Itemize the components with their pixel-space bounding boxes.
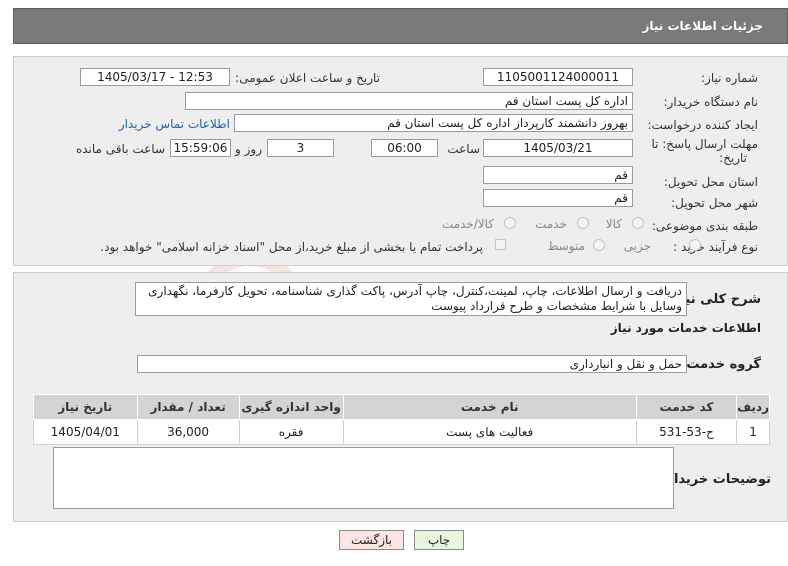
deadline-date-field: 1405/03/21 [483, 139, 633, 157]
buyer-notes-textarea[interactable] [53, 447, 674, 509]
col-need-date: تاریخ نیاز [33, 394, 138, 420]
description-text: دریافت و ارسال اطلاعات، چاپ، لمینت،کنترل… [148, 284, 682, 313]
cell-row: 1 [736, 419, 770, 445]
col-row: ردیف [736, 394, 770, 420]
col-service-name: نام خدمت [342, 394, 637, 420]
purchase-medium-radio[interactable] [593, 239, 605, 251]
col-unit: واحد اندازه گیری [238, 394, 344, 420]
creator-label: ایجاد کننده درخواست: [647, 118, 758, 132]
city-label: شهر محل تحویل: [671, 196, 758, 210]
need-number-label: شماره نیاز: [701, 71, 758, 85]
description-textarea[interactable]: دریافت و ارسال اطلاعات، چاپ، لمینت،کنترل… [135, 282, 687, 316]
buyer-org-label: نام دستگاه خریدار: [663, 95, 759, 109]
province-label: استان محل تحویل: [663, 175, 758, 189]
creator-field: بهروز دانشمند کارپرداز اداره کل پست استا… [234, 114, 633, 132]
col-quantity: تعداد / مقدار [136, 394, 240, 420]
announce-date-label: تاریخ و ساعت اعلان عمومی: [235, 71, 380, 85]
category-goods-service-label: کالا/خدمت [441, 217, 494, 231]
announce-date-field: 1405/03/17 - 12:53 [80, 68, 230, 86]
page-title: جزئیات اطلاعات نیاز [642, 19, 763, 33]
category-goods-label: کالا [605, 217, 622, 231]
buyer-org-field: اداره کل پست استان قم [185, 92, 633, 110]
cell-service-code: ح-53-531 [635, 419, 738, 445]
purchase-medium-label: متوسط [547, 239, 585, 253]
table-row: 1 ح-53-531 فعالیت های پست فقره 36,000 14… [33, 419, 770, 445]
purchase-minor-radio[interactable] [689, 239, 701, 251]
days-field: 3 [267, 139, 334, 157]
buyer-contact-link[interactable]: اطلاعات تماس خریدار [119, 117, 230, 131]
days-label: روز و [235, 142, 262, 156]
services-table: ردیف کد خدمت نام خدمت واحد اندازه گیری ت… [33, 394, 770, 445]
service-group-label: گروه خدمت: [681, 357, 761, 372]
deadline-label: مهلت ارسال پاسخ: تا [651, 137, 758, 151]
services-table-header: ردیف کد خدمت نام خدمت واحد اندازه گیری ت… [33, 394, 770, 420]
remaining-time-label: ساعت باقی مانده [75, 142, 165, 156]
need-info-panel [13, 56, 788, 266]
cell-unit: فقره [238, 419, 344, 445]
category-service-label: خدمت [535, 217, 567, 231]
service-group-field: حمل و نقل و انبارداری [137, 355, 687, 373]
category-goods-service-radio[interactable] [504, 217, 516, 229]
need-number-field: 1105001124000011 [483, 68, 633, 86]
cell-need-date: 1405/04/01 [33, 419, 138, 445]
cell-quantity: 36,000 [136, 419, 240, 445]
remaining-time-field: 15:59:06 [170, 139, 231, 157]
purchase-type-label: نوع فرآیند خرید : [673, 240, 758, 254]
col-service-code: کد خدمت [635, 394, 738, 420]
header-bar: جزئیات اطلاعات نیاز [13, 8, 788, 44]
deadline-time-label: ساعت [447, 142, 480, 156]
print-button[interactable]: چاپ [414, 530, 464, 550]
services-heading: اطلاعات خدمات مورد نیاز [610, 321, 761, 335]
province-field: قم [483, 166, 633, 184]
category-label: طبقه بندی موضوعی: [651, 219, 758, 233]
cell-service-name: فعالیت های پست [342, 419, 637, 445]
category-goods-radio[interactable] [632, 217, 644, 229]
purchase-minor-label: جزیی [623, 239, 651, 253]
treasury-payment-note: پرداخت تمام یا بخشی از مبلغ خرید،از محل … [100, 240, 483, 254]
category-service-radio[interactable] [577, 217, 589, 229]
buyer-notes-label: توضیحات خریدار: [661, 472, 771, 487]
city-field: قم [483, 189, 633, 207]
back-button[interactable]: بازگشت [339, 530, 404, 550]
deadline-time-field: 06:00 [371, 139, 438, 157]
treasury-payment-checkbox[interactable] [495, 239, 506, 250]
deadline-label-2: تاریخ: [719, 151, 747, 165]
